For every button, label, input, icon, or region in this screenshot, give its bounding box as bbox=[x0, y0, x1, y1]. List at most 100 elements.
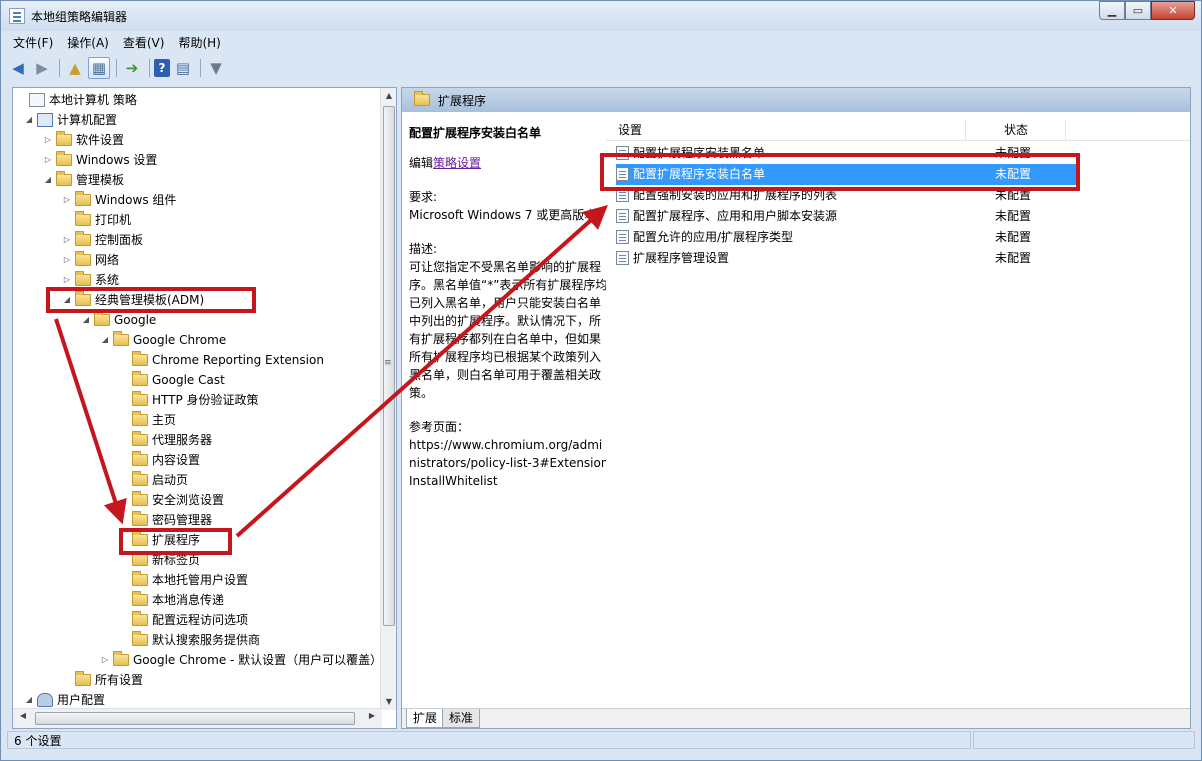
annotation-box-extensions bbox=[119, 528, 232, 555]
toolbar-separator bbox=[59, 58, 60, 77]
tree-node[interactable]: 密码管理器 bbox=[118, 510, 212, 530]
folder-icon bbox=[113, 651, 129, 666]
tree-node[interactable]: 安全浏览设置 bbox=[118, 490, 224, 510]
scroll-down-icon[interactable]: ▼ bbox=[381, 694, 396, 710]
folder-up-icon[interactable]: ▲ bbox=[64, 57, 86, 79]
tree-node[interactable]: 默认搜索服务提供商 bbox=[118, 630, 260, 650]
menu-bar: 文件(F) 操作(A) 查看(V) 帮助(H) bbox=[7, 32, 229, 52]
list-item[interactable]: 配置扩展程序、应用和用户脚本安装源 未配置 bbox=[616, 206, 1076, 227]
tree-horizontal-scrollbar[interactable]: ◀ ▶ bbox=[13, 708, 382, 728]
close-button[interactable]: ✕ bbox=[1151, 1, 1195, 20]
tree-node[interactable]: Google Cast bbox=[118, 370, 225, 390]
tree-node[interactable]: ◢ Google Chrome bbox=[99, 330, 226, 350]
status-bar: 6 个设置 bbox=[7, 731, 1195, 751]
tree-node[interactable]: ◢ Google bbox=[80, 310, 156, 330]
tree-node[interactable]: 代理服务器 bbox=[118, 430, 212, 450]
tree-node-label: 软件设置 bbox=[76, 133, 125, 147]
tree-vertical-scrollbar[interactable]: ▲ ≡ ▼ bbox=[380, 88, 396, 710]
tab-extended[interactable]: 扩展 bbox=[406, 709, 445, 728]
folder-icon bbox=[132, 511, 148, 526]
tree-expander[interactable]: ▷ bbox=[42, 150, 54, 170]
column-setting[interactable]: 设置 bbox=[606, 119, 966, 141]
toolbar-separator bbox=[149, 58, 150, 77]
tree-expander[interactable]: ◢ bbox=[23, 110, 35, 130]
arrow-left-icon[interactable]: ◀ bbox=[7, 57, 29, 79]
console-tree[interactable]: 本地计算机 策略 ◢ 计算机配置 ▷ 软件设置 ▷ Windows 设置 ◢ 管… bbox=[12, 87, 397, 729]
edit-policy-link[interactable]: 策略设置 bbox=[433, 156, 481, 170]
tree-node[interactable]: 本地消息传递 bbox=[118, 590, 224, 610]
tree-node-label: Chrome Reporting Extension bbox=[152, 353, 324, 367]
tree-node-label: 网络 bbox=[95, 253, 120, 267]
tree-node[interactable]: ▷ 网络 bbox=[61, 250, 119, 270]
tree-node[interactable]: ▷ Windows 组件 bbox=[61, 190, 176, 210]
scroll-up-icon[interactable]: ▲ bbox=[381, 88, 396, 104]
list-item[interactable]: 配置允许的应用/扩展程序类型 未配置 bbox=[616, 227, 1076, 248]
tree-node[interactable]: Chrome Reporting Extension bbox=[118, 350, 324, 370]
details-header: 扩展程序 bbox=[402, 88, 1190, 112]
tree-node[interactable]: 启动页 bbox=[118, 470, 188, 490]
folder-icon bbox=[113, 331, 129, 346]
maximize-button[interactable]: ▭ bbox=[1125, 1, 1151, 20]
tree-node[interactable]: 配置远程访问选项 bbox=[118, 610, 248, 630]
tree-node[interactable]: HTTP 身份验证政策 bbox=[118, 390, 259, 410]
tree-expander[interactable]: ▷ bbox=[61, 250, 73, 270]
arrow-right-icon[interactable]: ▶ bbox=[31, 57, 53, 79]
folder-icon bbox=[56, 171, 72, 186]
minimize-button[interactable]: ▁ bbox=[1099, 1, 1125, 20]
tree-node[interactable]: ▷ 软件设置 bbox=[42, 130, 124, 150]
tree-node[interactable]: ▷ 控制面板 bbox=[61, 230, 143, 250]
menu-help[interactable]: 帮助(H) bbox=[172, 32, 228, 52]
tree-node[interactable]: 本地计算机 策略 bbox=[15, 90, 137, 110]
show-hide-tree-icon[interactable]: ▦ bbox=[88, 56, 110, 79]
tree-expander[interactable]: ▷ bbox=[42, 130, 54, 150]
tree-node[interactable]: 主页 bbox=[118, 410, 176, 430]
tree-node[interactable]: 所有设置 bbox=[61, 670, 143, 690]
tree-node-label: HTTP 身份验证政策 bbox=[152, 393, 259, 407]
tree-expander[interactable]: ◢ bbox=[80, 310, 92, 330]
tree-expander[interactable]: ▷ bbox=[61, 230, 73, 250]
tree-expander[interactable]: ◢ bbox=[99, 330, 111, 350]
folder-icon bbox=[75, 191, 91, 206]
tree-node-label: 本地托管用户设置 bbox=[152, 573, 249, 587]
tab-standard[interactable]: 标准 bbox=[442, 709, 481, 728]
scroll-thumb[interactable] bbox=[35, 712, 355, 725]
tree-node-label: 默认搜索服务提供商 bbox=[152, 633, 261, 647]
requirement-value: Microsoft Windows 7 或更高版本 bbox=[409, 208, 597, 222]
tree-node-label: 配置远程访问选项 bbox=[152, 613, 249, 627]
tree-node[interactable]: ◢ 管理模板 bbox=[42, 170, 124, 190]
menu-file[interactable]: 文件(F) bbox=[7, 32, 61, 52]
export-list-icon[interactable]: ➔ bbox=[121, 57, 143, 79]
scroll-right-icon[interactable]: ▶ bbox=[364, 711, 380, 720]
menu-view[interactable]: 查看(V) bbox=[117, 32, 173, 52]
column-state[interactable]: 状态 bbox=[966, 119, 1066, 141]
list-item[interactable]: 扩展程序管理设置 未配置 bbox=[616, 248, 1076, 269]
folder-icon bbox=[132, 611, 148, 626]
tree-node[interactable]: 本地托管用户设置 bbox=[118, 570, 248, 590]
tree-expander[interactable]: ▷ bbox=[99, 650, 111, 670]
computer-icon bbox=[37, 113, 53, 127]
tree-expander[interactable]: ▷ bbox=[61, 190, 73, 210]
tree-node-label: 代理服务器 bbox=[152, 433, 213, 447]
menu-action[interactable]: 操作(A) bbox=[61, 32, 117, 52]
window-buttons: ▁ ▭ ✕ bbox=[1099, 1, 1195, 21]
properties-icon[interactable]: ▤ bbox=[172, 57, 194, 79]
tree-node[interactable]: 打印机 bbox=[61, 210, 131, 230]
folder-icon bbox=[75, 231, 91, 246]
policy-description: 配置扩展程序安装白名单 编辑策略设置 要求: Microsoft Windows … bbox=[409, 124, 609, 506]
folder-icon bbox=[56, 151, 72, 166]
folder-icon bbox=[132, 591, 148, 606]
tree-node[interactable]: 内容设置 bbox=[118, 450, 200, 470]
folder-icon bbox=[132, 411, 148, 426]
tree-node-label: 管理模板 bbox=[76, 173, 125, 187]
toolbar-separator bbox=[116, 58, 117, 77]
tree-node[interactable]: ◢ 计算机配置 bbox=[23, 110, 117, 130]
scroll-left-icon[interactable]: ◀ bbox=[15, 711, 31, 720]
filter-icon[interactable]: ▼ bbox=[205, 57, 227, 79]
tree-node[interactable]: ◢ 用户配置 bbox=[23, 690, 105, 710]
help-icon[interactable]: ? bbox=[154, 58, 170, 77]
tree-node[interactable]: ▷ Windows 设置 bbox=[42, 150, 157, 170]
tree-expander[interactable]: ◢ bbox=[23, 690, 35, 710]
tree-node[interactable]: ▷ Google Chrome - 默认设置（用户可以覆盖） bbox=[99, 650, 382, 670]
policy-state: 未配置 bbox=[995, 251, 1032, 265]
tree-expander[interactable]: ◢ bbox=[42, 170, 54, 190]
